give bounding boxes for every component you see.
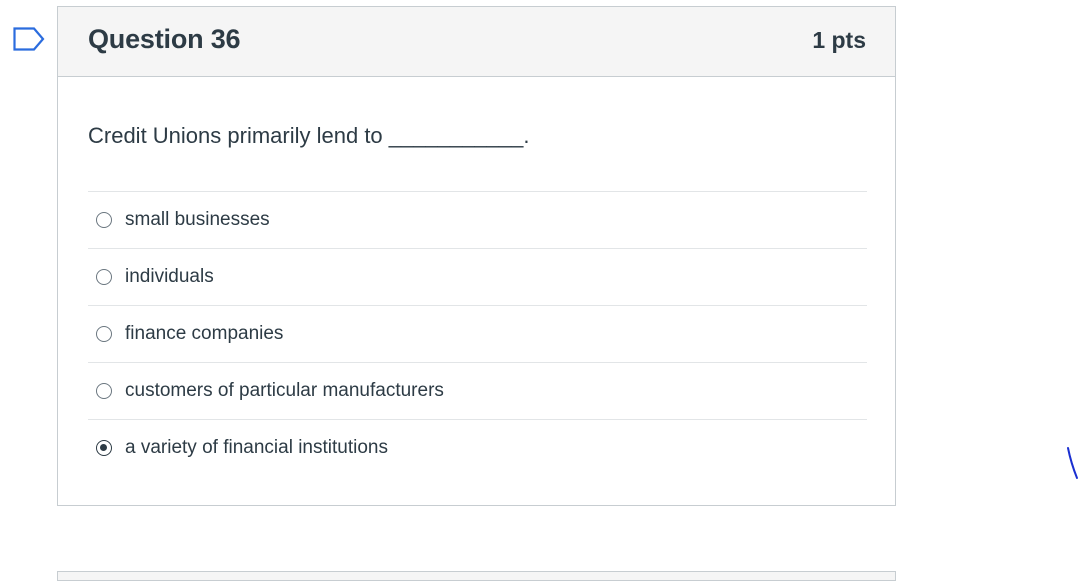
answer-option-small-businesses[interactable]: small businesses <box>88 191 867 248</box>
answer-option-customers-of-particular-manufacturers[interactable]: customers of particular manufacturers <box>88 362 867 419</box>
answer-option-finance-companies[interactable]: finance companies <box>88 305 867 362</box>
answer-label: finance companies <box>125 323 284 344</box>
pen-annotation-mark <box>1067 447 1078 479</box>
answer-label: a variety of financial institutions <box>125 437 388 458</box>
question-text: Credit Unions primarily lend to ________… <box>88 123 530 148</box>
answer-option-variety-of-financial-institutions[interactable]: a variety of financial institutions <box>88 419 867 476</box>
question-card: Question 36 1 pts Credit Unions primaril… <box>57 6 896 506</box>
answer-label: small businesses <box>125 209 270 230</box>
radio-button[interactable] <box>96 212 112 228</box>
question-points: 1 pts <box>812 27 866 53</box>
radio-button[interactable] <box>96 383 112 399</box>
answer-option-individuals[interactable]: individuals <box>88 248 867 305</box>
radio-button-selected[interactable] <box>96 440 112 456</box>
question-title: Question 36 <box>88 24 241 54</box>
answer-label: customers of particular manufacturers <box>125 380 444 401</box>
radio-button[interactable] <box>96 326 112 342</box>
answer-list: small businesses individuals finance com… <box>88 191 867 476</box>
answer-label: individuals <box>125 266 214 287</box>
radio-button[interactable] <box>96 269 112 285</box>
next-question-card <box>57 571 896 581</box>
question-header: Question 36 1 pts <box>58 7 895 77</box>
flag-question-icon[interactable] <box>13 27 45 51</box>
